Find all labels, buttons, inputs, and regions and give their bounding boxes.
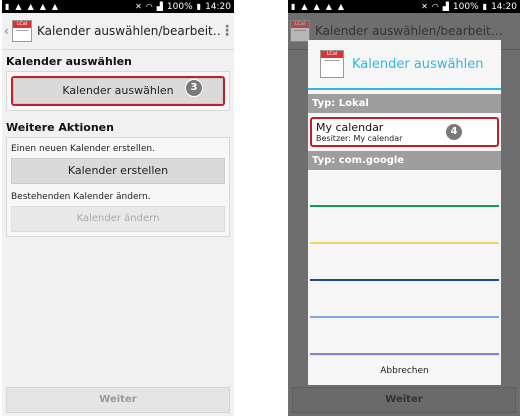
mute-icon: ✕ bbox=[421, 1, 428, 11]
google-calendar-item[interactable] bbox=[308, 170, 501, 207]
left-phone-screen: ▮ ▲ ▲ ▲ ▲ ✕ ◠ ▟ 100% ▮ 14:20 ‹ LCal Kale… bbox=[2, 0, 234, 416]
wifi-icon: ◠ bbox=[145, 1, 153, 11]
section-header-actions: Weitere Aktionen bbox=[6, 121, 114, 134]
battery-icon: ▮ bbox=[482, 1, 488, 11]
calendar-item-my-calendar[interactable]: My calendar Besitzer: My calendar 4 bbox=[310, 117, 499, 147]
calendar-color-line bbox=[310, 279, 499, 281]
upload-icon: ▲ bbox=[337, 1, 345, 11]
next-button-dimmed: Weiter bbox=[292, 387, 516, 413]
step-badge-4: 4 bbox=[445, 123, 463, 141]
clock: 14:20 bbox=[491, 1, 517, 12]
page-title-dimmed: Kalender auswählen/bearbeit… bbox=[315, 24, 503, 38]
dialog-title: Kalender auswählen bbox=[352, 56, 484, 72]
wifi-icon: ◠ bbox=[431, 1, 439, 11]
actions-card: Einen neuen Kalender erstellen. Kalender… bbox=[6, 137, 230, 237]
calendar-color-line bbox=[310, 316, 499, 318]
battery-percent: 100% bbox=[166, 1, 193, 12]
signal-icon: ▟ bbox=[442, 1, 449, 11]
google-calendar-item[interactable] bbox=[308, 318, 501, 355]
upload-icon: ▲ bbox=[39, 1, 46, 11]
status-bar: ▮ ▲ ▲ ▲ ▲ ✕ ◠ ▟ 100% ▮ 14:20 bbox=[2, 0, 234, 13]
lcal-app-icon[interactable]: LCal bbox=[12, 20, 32, 42]
calendar-picker-dialog: LCal Kalender auswählen Typ: Lokal My ca… bbox=[308, 40, 501, 385]
lcal-app-icon: LCal bbox=[320, 50, 344, 78]
upload-icon: ▲ bbox=[27, 1, 34, 11]
signal-icon: ▟ bbox=[156, 1, 163, 11]
edit-description: Bestehenden Kalender ändern. bbox=[11, 192, 151, 202]
cancel-button[interactable]: Abbrechen bbox=[308, 355, 501, 385]
create-description: Einen neuen Kalender erstellen. bbox=[11, 144, 155, 154]
next-button[interactable]: Weiter bbox=[6, 387, 230, 413]
step-badge-3: 3 bbox=[185, 79, 203, 97]
upload-icon: ▲ bbox=[15, 1, 22, 11]
lcal-app-icon: LCal bbox=[290, 20, 310, 42]
edit-calendar-button[interactable]: Kalender ändern bbox=[11, 206, 225, 232]
upload-icon: ▲ bbox=[51, 1, 59, 11]
dialog-header: LCal Kalender auswählen bbox=[308, 40, 501, 90]
status-bar: ▮ ▲ ▲ ▲ ▲ ✕ ◠ ▟ 100% ▮ 14:20 bbox=[288, 0, 520, 13]
select-card: Kalender auswählen 3 bbox=[6, 71, 230, 111]
calendar-owner: Besitzer: My calendar bbox=[316, 134, 403, 143]
type-header-local: Typ: Lokal bbox=[308, 94, 501, 113]
battery-icon: ▮ bbox=[196, 1, 202, 11]
action-bar: ‹ LCal Kalender auswählen/bearbeit… ⋮ bbox=[2, 13, 234, 50]
google-calendar-item[interactable] bbox=[308, 281, 501, 318]
type-header-google: Typ: com.google bbox=[308, 151, 501, 170]
sim-icon: ▮ bbox=[291, 1, 296, 11]
google-calendar-list bbox=[308, 170, 501, 355]
battery-percent: 100% bbox=[452, 1, 479, 12]
page-title: Kalender auswählen/bearbeit… bbox=[37, 24, 220, 38]
upload-icon: ▲ bbox=[301, 1, 308, 11]
clock: 14:20 bbox=[205, 1, 231, 12]
upload-icon: ▲ bbox=[313, 1, 320, 11]
overflow-menu-icon[interactable]: ⋮ bbox=[220, 23, 234, 39]
sim-icon: ▮ bbox=[5, 1, 10, 11]
right-phone-screen: ▮ ▲ ▲ ▲ ▲ ✕ ◠ ▟ 100% ▮ 14:20 LCal Kalend… bbox=[288, 0, 520, 416]
back-icon[interactable]: ‹ bbox=[4, 24, 12, 38]
calendar-name: My calendar bbox=[316, 121, 384, 134]
google-calendar-item[interactable] bbox=[308, 207, 501, 244]
section-header-select: Kalender auswählen bbox=[6, 55, 132, 68]
create-calendar-button[interactable]: Kalender erstellen bbox=[11, 158, 225, 184]
calendar-color-line bbox=[310, 242, 499, 244]
google-calendar-item[interactable] bbox=[308, 244, 501, 281]
upload-icon: ▲ bbox=[325, 1, 332, 11]
calendar-color-line bbox=[310, 205, 499, 207]
mute-icon: ✕ bbox=[135, 1, 142, 11]
